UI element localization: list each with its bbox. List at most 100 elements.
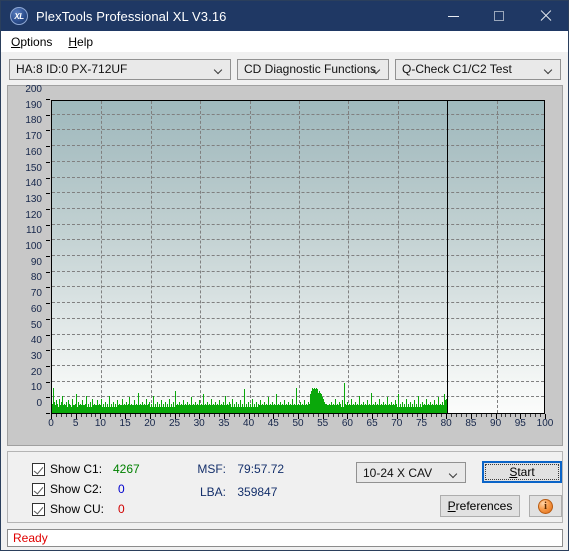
x-axis-tick-label: 45 [267,418,279,429]
y-axis-tick [46,114,50,116]
speed-select[interactable]: 10-24 X CAV [356,462,466,483]
x-axis-tick-label: 50 [292,418,304,429]
y-axis-tick-label: 130 [25,193,42,205]
lba-row: LBA: 359847 [194,485,277,499]
x-axis-tick-minor [169,414,171,417]
x-axis-tick-minor [243,414,245,417]
test-select[interactable]: Q-Check C1/C2 Test [395,58,561,80]
x-axis-tick-minor [505,414,507,417]
x-axis-tick-minor [525,414,527,417]
x-axis-tick-minor [95,414,97,417]
lba-key: LBA: [199,485,226,499]
status-text: Ready [13,531,48,545]
y-axis-labels: 0 10 20 30 40 50 60 70 80 90 100 110 120 130 140 150 160… [8,85,50,414]
y-axis-tick-label: 170 [25,131,42,143]
x-axis-tick-minor [283,414,285,417]
y-axis-tick-label: 60 [30,303,42,315]
x-axis-tick-label: 80 [440,418,452,429]
preferences-button[interactable]: Preferences [440,495,520,517]
y-axis-tick-label: 150 [25,162,42,174]
x-axis-tick-label: 75 [415,418,428,429]
x-axis-tick-minor [307,414,309,417]
x-axis-tick-minor [154,414,156,417]
menu-item-options[interactable]: Options [8,33,59,51]
menu-item-help[interactable]: Help [65,33,100,51]
maximize-button[interactable] [476,1,522,31]
x-axis-tick-minor [179,414,181,417]
show-c1-label: Show C1: [50,462,103,476]
cu-count-value: 0 [118,502,125,516]
x-axis-tick-minor [475,414,477,417]
y-axis-tick [46,240,50,242]
x-axis-tick-label: 15 [119,418,131,429]
x-axis-tick-label: 100 [536,418,554,429]
toolbar: HA:8 ID:0 PX-712UF CD Diagnostic Functio… [1,52,568,84]
close-icon [539,10,551,22]
x-axis-tick-minor [85,414,87,417]
minimize-button[interactable] [430,1,476,31]
show-cu-row[interactable]: Show CU: [32,502,104,516]
chart-plot-area [51,100,545,414]
c2-count-value: 0 [118,482,125,496]
info-button[interactable]: i [529,495,562,517]
x-axis-tick-minor [134,414,136,417]
x-axis-tick-minor [406,414,408,417]
function-select[interactable]: CD Diagnostic Functions [237,58,389,80]
show-cu-checkbox[interactable] [32,502,45,516]
x-axis-tick-minor [451,414,453,417]
x-axis-tick-minor [263,414,265,417]
y-axis-tick [46,397,50,399]
info-icon: i [538,498,553,514]
status-bar: Ready [7,529,563,547]
y-axis-tick [46,224,50,226]
lba-value: 359847 [237,485,278,499]
x-axis-tick-minor [461,414,463,417]
show-c1-row[interactable]: Show C1: [32,462,102,476]
x-axis-tick-label: 85 [465,418,477,429]
chevron-down-icon [215,67,222,74]
start-button[interactable]: Start [482,461,562,483]
x-axis-tick-minor [115,414,117,417]
c1-count-value: 4267 [113,462,140,476]
x-axis-tick-label: 60 [341,418,353,429]
x-axis-tick-minor [411,414,413,417]
x-axis-tick-label: 90 [490,418,502,429]
close-button[interactable] [522,1,568,31]
y-axis-tick [46,193,50,195]
y-axis-tick [46,271,50,273]
y-axis-tick-label: 20 [30,366,42,378]
app-logo-icon: XL [10,7,28,25]
drive-select[interactable]: HA:8 ID:0 PX-712UF [9,58,231,80]
c1-error-bars [52,101,544,413]
x-axis-tick-minor [441,414,443,417]
x-axis-labels: 0 5 10 15 20 25 30 35 40 45 50 55 60 65 70 75 80 85 90 95 10… [48,418,553,434]
x-axis-tick-minor [110,414,112,417]
x-axis-tick-minor [332,414,334,417]
x-axis-tick-label: 10 [94,418,106,429]
msf-key: MSF: [197,462,226,476]
preferences-button-label: Preferences [447,499,513,513]
y-axis-tick-label: 200 [25,84,42,95]
speed-select-value: 10-24 X CAV [363,465,433,480]
x-axis-tick-label: 20 [144,418,156,429]
show-c2-checkbox[interactable] [32,482,45,496]
show-c2-row[interactable]: Show C2: [32,482,102,496]
show-cu-label: Show CU: [50,502,105,516]
y-axis-tick-label: 160 [25,146,42,158]
show-c1-checkbox[interactable] [32,462,45,476]
x-axis-tick-minor [139,414,141,417]
x-axis-tick-minor [357,414,359,417]
x-axis-tick-minor [233,414,235,417]
x-axis-tick-minor [436,414,438,417]
y-axis-tick-label: 40 [30,335,42,347]
x-axis-tick-minor [228,414,230,417]
y-axis-tick-label: 110 [26,225,42,237]
x-axis-tick-minor [302,414,304,417]
msf-row: MSF: 79:57.72 [194,462,284,476]
y-axis-tick [46,161,50,163]
y-axis-tick-label: 30 [30,350,42,362]
window-title: PlexTools Professional XL V3.16 [36,8,227,24]
x-axis-tick-minor [431,414,433,417]
y-axis-tick-label: 70 [30,288,42,300]
y-axis-tick-label: 80 [30,272,42,284]
